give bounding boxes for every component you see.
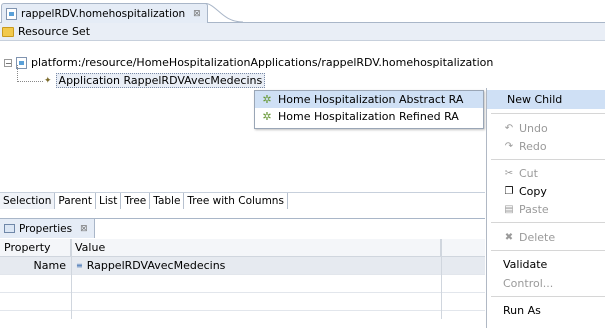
menu-separator [491,250,605,251]
menu-item-label: Delete [519,231,556,244]
properties-view-header: Properties ⊠ [0,218,485,240]
menu-item-new-child[interactable]: New Child [487,90,605,109]
column-header-value[interactable]: Value [71,239,441,256]
menu-item-label: Cut [519,167,538,180]
resource-set-label: Resource Set [18,25,91,38]
properties-table-header: Property Value [0,239,485,257]
menu-separator [491,222,605,223]
tab-tree-with-columns[interactable]: Tree with Columns [184,193,288,209]
property-value-cell[interactable]: ≡ RappelRDVAvecMedecins [76,257,436,274]
context-menu: New Child ↶ Undo ↷ Redo ✂ Cut ❐ Copy ▤ P… [486,88,605,328]
tab-edge [203,3,243,22]
properties-tab[interactable]: Properties ⊠ [0,219,95,238]
tree-root-row[interactable]: − platform:/resource/HomeHospitalization… [4,55,493,70]
menu-item-redo[interactable]: ↷ Redo [487,137,605,156]
table-row[interactable]: Name ≡ RappelRDVAvecMedecins [0,257,485,275]
gear-icon: ✲ [262,93,272,106]
tree-connector [17,81,43,82]
redo-icon: ↷ [504,141,514,152]
menu-item-control[interactable]: Control... [487,274,605,293]
folder-icon [2,26,14,37]
editor-tab[interactable]: rappelRDV.homehospitalization ⊠ [1,3,208,23]
menu-item-label: New Child [507,93,563,106]
tree-child-label: Application RappelRDVAvecMedecins [55,73,266,88]
table-row [0,275,485,293]
copy-icon: ❐ [504,186,514,197]
tab-parent[interactable]: Parent [55,193,97,209]
menu-item-undo[interactable]: ↶ Undo [487,119,605,138]
tree-connector [17,65,18,82]
editor-page-tabs: Selection Parent List Tree Table Tree wi… [0,192,485,210]
submenu-item-refined-ra[interactable]: ✲ Home Hospitalization Refined RA [255,108,483,125]
resource-set-header[interactable]: Resource Set [0,23,605,41]
new-child-submenu: ✲ Home Hospitalization Abstract RA ✲ Hom… [254,90,484,129]
menu-item-cut[interactable]: ✂ Cut [487,164,605,183]
properties-icon [4,224,15,233]
property-value-text: RappelRDVAvecMedecins [86,259,226,272]
menu-item-label: Undo [519,122,548,135]
menu-item-label: Copy [519,185,547,198]
menu-item-label: Run As [503,304,541,317]
close-icon[interactable]: ⊠ [80,224,88,234]
table-row [0,293,485,311]
menu-separator [491,296,605,297]
tab-table[interactable]: Table [150,193,185,209]
menu-item-run-as[interactable]: Run As [487,301,605,320]
submenu-item-abstract-ra[interactable]: ✲ Home Hospitalization Abstract RA [255,91,483,108]
menu-separator [491,113,605,114]
collapse-icon[interactable]: − [4,58,12,67]
submenu-item-label: Home Hospitalization Refined RA [278,110,459,123]
menu-item-paste[interactable]: ▤ Paste [487,200,605,219]
delete-icon: ✖ [504,232,514,243]
gear-icon: ✲ [262,110,272,123]
menu-item-label: Redo [519,140,547,153]
submenu-item-label: Home Hospitalization Abstract RA [278,93,464,106]
menu-item-validate[interactable]: Validate [487,255,605,274]
menu-item-delete[interactable]: ✖ Delete [487,228,605,247]
menu-item-copy[interactable]: ❐ Copy [487,182,605,201]
menu-item-label: Control... [503,277,554,290]
property-name-cell: Name [33,259,66,272]
editor-tab-bar: rappelRDV.homehospitalization ⊠ [0,0,605,23]
paste-icon: ▤ [504,204,514,215]
text-value-icon: ≡ [76,261,83,270]
tree-child-row[interactable]: ✦ Application RappelRDVAvecMedecins [44,73,266,88]
tab-list[interactable]: List [96,193,122,209]
tab-selection[interactable]: Selection [0,193,56,209]
tree-root-label: platform:/resource/HomeHospitalizationAp… [31,56,494,69]
menu-item-label: Paste [519,203,549,216]
application-node-icon: ✦ [44,75,52,86]
menu-item-label: Validate [503,258,548,271]
properties-tab-title: Properties [19,222,73,235]
editor-tab-title: rappelRDV.homehospitalization [21,7,186,20]
menu-separator [491,159,605,160]
column-header-property[interactable]: Property [0,239,71,256]
column-divider [441,239,442,319]
scissors-icon: ✂ [504,168,514,179]
undo-icon: ↶ [504,123,514,134]
tab-tree[interactable]: Tree [121,193,151,209]
close-icon[interactable]: ⊠ [193,9,201,19]
resource-file-icon [6,7,17,20]
column-divider [71,239,72,319]
